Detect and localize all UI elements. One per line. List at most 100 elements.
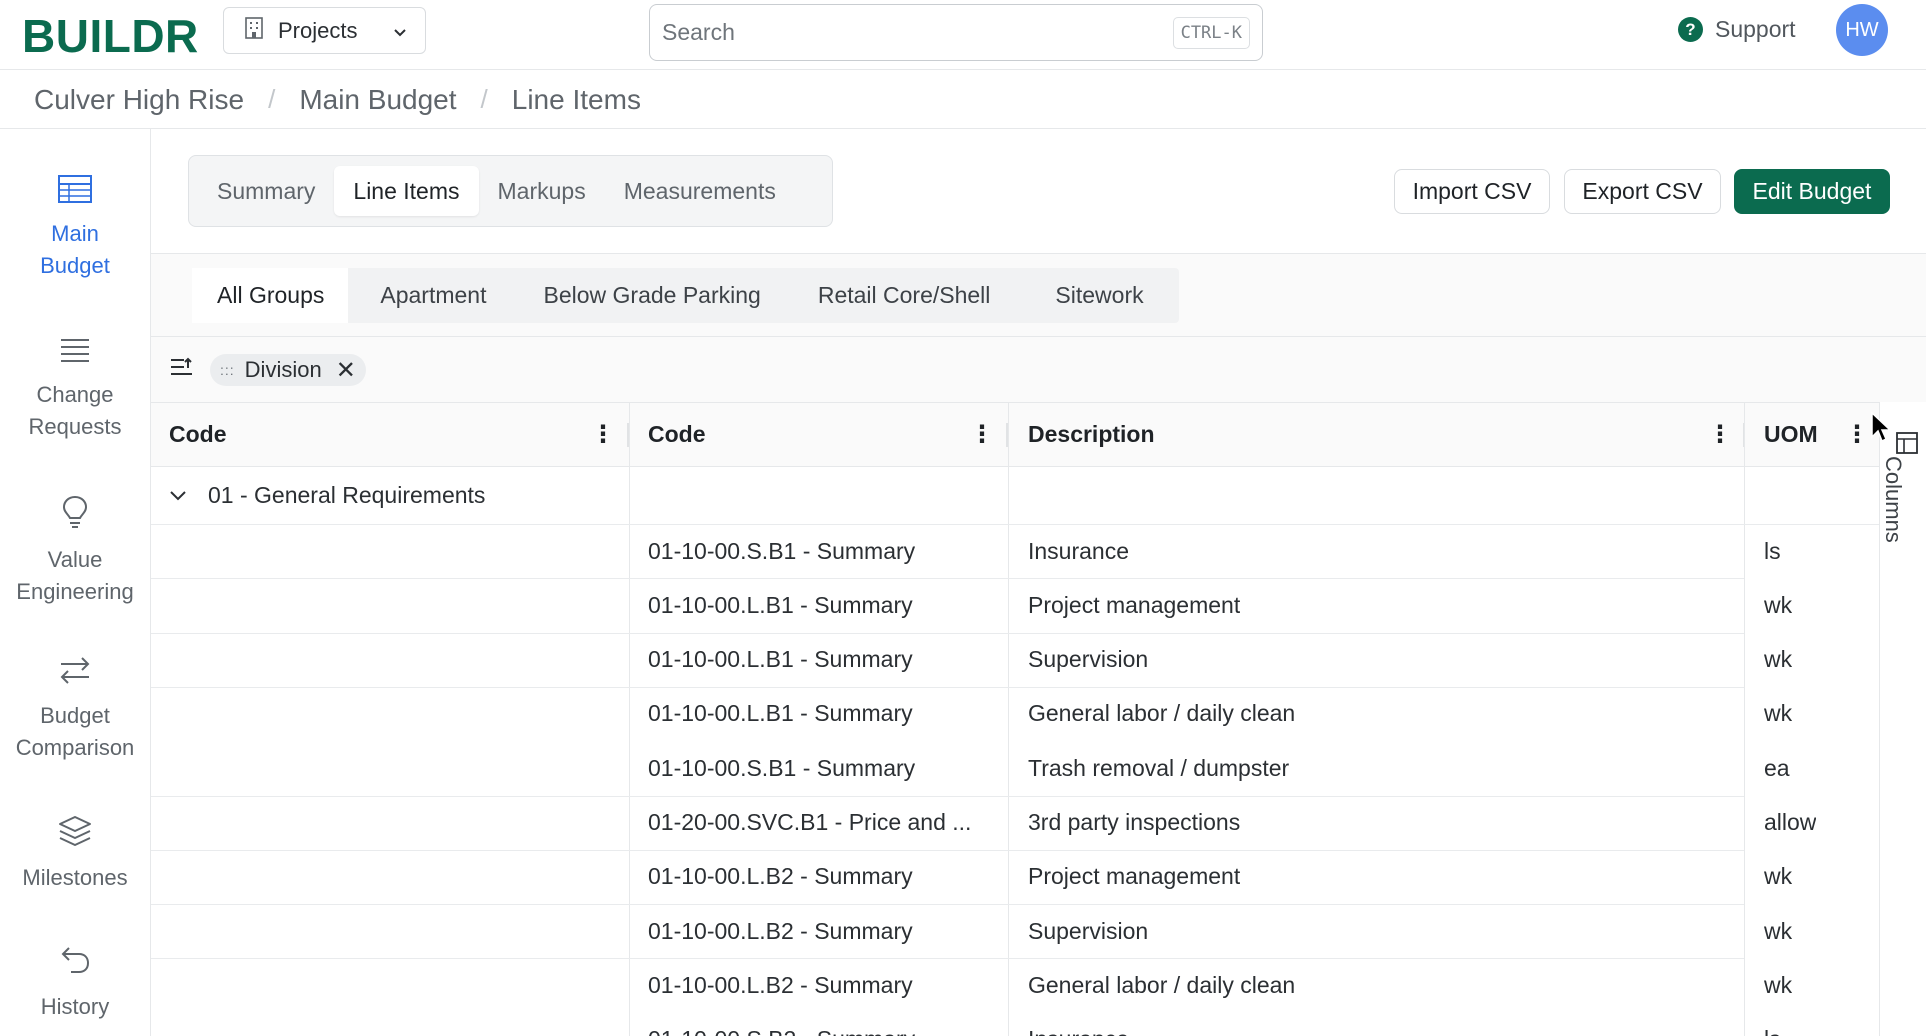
sidebar-item-milestones[interactable]: Milestones bbox=[0, 815, 150, 894]
help-icon: ? bbox=[1678, 17, 1703, 42]
group-tab-sitework[interactable]: Sitework bbox=[1022, 268, 1178, 323]
group-tab-apartment[interactable]: Apartment bbox=[348, 268, 515, 323]
division-grouping-chip[interactable]: ::: Division ✕ bbox=[210, 354, 366, 386]
table-row[interactable]: 01-10-00.S.B1 - Summary Insurance ls bbox=[151, 524, 1879, 578]
cell-code: 01-10-00.L.B1 - Summary bbox=[648, 591, 913, 618]
table-row[interactable]: 01-10-00.S.B2 - Summary Insurance ls bbox=[151, 1013, 1879, 1036]
swap-arrows-icon bbox=[58, 655, 92, 700]
cell-code: 01-10-00.L.B2 - Summary bbox=[648, 863, 913, 890]
group-tab-below-grade-parking[interactable]: Below Grade Parking bbox=[515, 268, 788, 323]
projects-dropdown[interactable]: Projects bbox=[223, 7, 426, 54]
columns-panel-label[interactable]: Columns bbox=[1880, 456, 1906, 543]
undo-arrow-icon bbox=[59, 944, 91, 991]
column-header-label: UOM bbox=[1764, 421, 1818, 447]
group-row-label: 01 - General Requirements bbox=[208, 482, 486, 508]
cell-uom: ls bbox=[1764, 1013, 1781, 1036]
close-icon[interactable]: ✕ bbox=[336, 356, 356, 385]
search-input[interactable] bbox=[662, 19, 1173, 46]
group-tab-all-groups[interactable]: All Groups bbox=[192, 268, 349, 323]
columns-icon bbox=[1896, 432, 1918, 459]
sidebar-item-label: Value bbox=[47, 547, 103, 572]
sidebar-item-budget-comparison[interactable]: Budget Comparison bbox=[0, 655, 150, 764]
table-row[interactable]: 01-10-00.L.B1 - Summary Supervision wk bbox=[151, 633, 1879, 687]
cell-uom: ea bbox=[1764, 754, 1790, 781]
cell-code: 01-10-00.L.B2 - Summary bbox=[648, 917, 913, 944]
list-icon bbox=[59, 336, 91, 379]
cell-uom: wk bbox=[1764, 591, 1793, 618]
cell-uom: allow bbox=[1764, 809, 1817, 835]
search-box[interactable]: CTRL-K bbox=[649, 4, 1263, 61]
table-row[interactable]: 01-10-00.S.B1 - Summary Trash removal / d… bbox=[151, 741, 1879, 795]
column-header-description[interactable]: Description bbox=[1028, 403, 1628, 466]
sidebar-item-label: Milestones bbox=[22, 865, 128, 890]
sidebar-item-label: Requests bbox=[28, 414, 122, 439]
column-header-label: Code bbox=[169, 421, 227, 447]
cell-uom: wk bbox=[1764, 863, 1793, 890]
sidebar: Main Budget Change Requests Value Engine… bbox=[0, 129, 151, 1036]
group-tabs: All Groups Apartment Below Grade Parking… bbox=[192, 268, 1179, 323]
row-divider bbox=[151, 632, 1744, 634]
sidebar-item-main-budget[interactable]: Main Budget bbox=[0, 175, 150, 282]
chevron-down-icon[interactable] bbox=[169, 467, 187, 524]
lightbulb-icon bbox=[61, 495, 89, 544]
layers-icon bbox=[58, 815, 92, 862]
row-group-icon[interactable] bbox=[170, 356, 194, 383]
edit-budget-button[interactable]: Edit Budget bbox=[1734, 169, 1890, 214]
support-link[interactable]: ? Support bbox=[1678, 16, 1796, 43]
tab-markups[interactable]: Markups bbox=[479, 166, 605, 216]
cell-code: 01-20-00.SVC.B1 - Price and ... bbox=[648, 809, 972, 835]
cell-description: General labor / daily clean bbox=[1028, 700, 1296, 727]
sidebar-item-change-requests[interactable]: Change Requests bbox=[0, 336, 150, 443]
column-header-uom[interactable]: UOM bbox=[1764, 403, 1844, 466]
group-tab-retail-core-shell[interactable]: Retail Core/Shell bbox=[789, 268, 1023, 323]
cell-description: Supervision bbox=[1028, 917, 1149, 944]
column-header-label: Description bbox=[1028, 421, 1155, 447]
column-header-label: Code bbox=[648, 421, 706, 447]
cell-uom: wk bbox=[1764, 917, 1793, 944]
cell-description: Insurance bbox=[1028, 537, 1130, 564]
tab-measurements[interactable]: Measurements bbox=[605, 166, 795, 216]
sidebar-item-label: Budget bbox=[40, 703, 110, 728]
sidebar-item-label: Change bbox=[36, 382, 114, 407]
column-menu-kebab-icon[interactable]: ⋮ bbox=[1845, 403, 1869, 466]
table-row[interactable]: 01-20-00.SVC.B1 - Price and ... 3rd party… bbox=[151, 796, 1879, 850]
column-menu-kebab-icon[interactable]: ⋮ bbox=[591, 403, 615, 466]
sidebar-item-label: Budget bbox=[40, 253, 110, 278]
chip-label: Division bbox=[244, 357, 322, 382]
sidebar-item-label: Main bbox=[51, 221, 99, 246]
view-tabs: Summary Line Items Markups Measurements bbox=[188, 155, 833, 227]
sidebar-item-history[interactable]: History bbox=[0, 944, 150, 1023]
tab-line-items[interactable]: Line Items bbox=[334, 166, 479, 216]
import-csv-button[interactable]: Import CSV bbox=[1394, 169, 1550, 214]
sidebar-item-value-engineering[interactable]: Value Engineering bbox=[0, 495, 150, 608]
breadcrumb-budget[interactable]: Main Budget bbox=[299, 84, 456, 116]
sidebar-item-label: Comparison bbox=[15, 735, 135, 760]
drag-handle-icon[interactable]: ::: bbox=[220, 362, 235, 378]
tab-summary[interactable]: Summary bbox=[198, 166, 334, 216]
row-divider bbox=[151, 849, 1744, 851]
column-header-code-group[interactable]: Code bbox=[169, 403, 529, 466]
app-logo[interactable]: BUILDR bbox=[22, 9, 199, 63]
breadcrumb-separator: / bbox=[268, 84, 276, 114]
row-divider bbox=[151, 578, 1744, 580]
table-row[interactable]: 01-10-00.L.B1 - Summary General labor / d… bbox=[151, 687, 1879, 741]
cell-description: Supervision bbox=[1028, 646, 1149, 673]
column-header-code[interactable]: Code bbox=[648, 403, 918, 466]
mouse-cursor-icon bbox=[1870, 411, 1892, 448]
column-menu-kebab-icon[interactable]: ⋮ bbox=[970, 403, 994, 466]
table-row[interactable]: 01-10-00.L.B2 - Summary Project managemen… bbox=[151, 850, 1879, 904]
column-menu-kebab-icon[interactable]: ⋮ bbox=[1708, 403, 1732, 466]
export-csv-button[interactable]: Export CSV bbox=[1564, 169, 1721, 214]
breadcrumb-current: Line Items bbox=[511, 83, 641, 115]
cell-code: 01-10-00.S.B2 - Summary bbox=[648, 1013, 915, 1036]
cell-description: Project management bbox=[1028, 591, 1241, 618]
table-row[interactable]: 01-10-00.L.B2 - Summary Supervision wk bbox=[151, 904, 1879, 958]
table-row[interactable]: 01-10-00.L.B2 - Summary General labor / d… bbox=[151, 958, 1879, 1012]
row-divider bbox=[151, 904, 1744, 906]
cell-code: 01-10-00.S.B1 - Summary bbox=[648, 754, 916, 781]
group-row[interactable]: 01 - General Requirements bbox=[151, 467, 1879, 524]
cell-description: Insurance bbox=[1028, 1013, 1129, 1036]
table-row[interactable]: 01-10-00.L.B1 - Summary Project managemen… bbox=[151, 578, 1879, 632]
breadcrumb-project[interactable]: Culver High Rise bbox=[34, 84, 244, 116]
user-avatar[interactable]: HW bbox=[1836, 4, 1888, 56]
